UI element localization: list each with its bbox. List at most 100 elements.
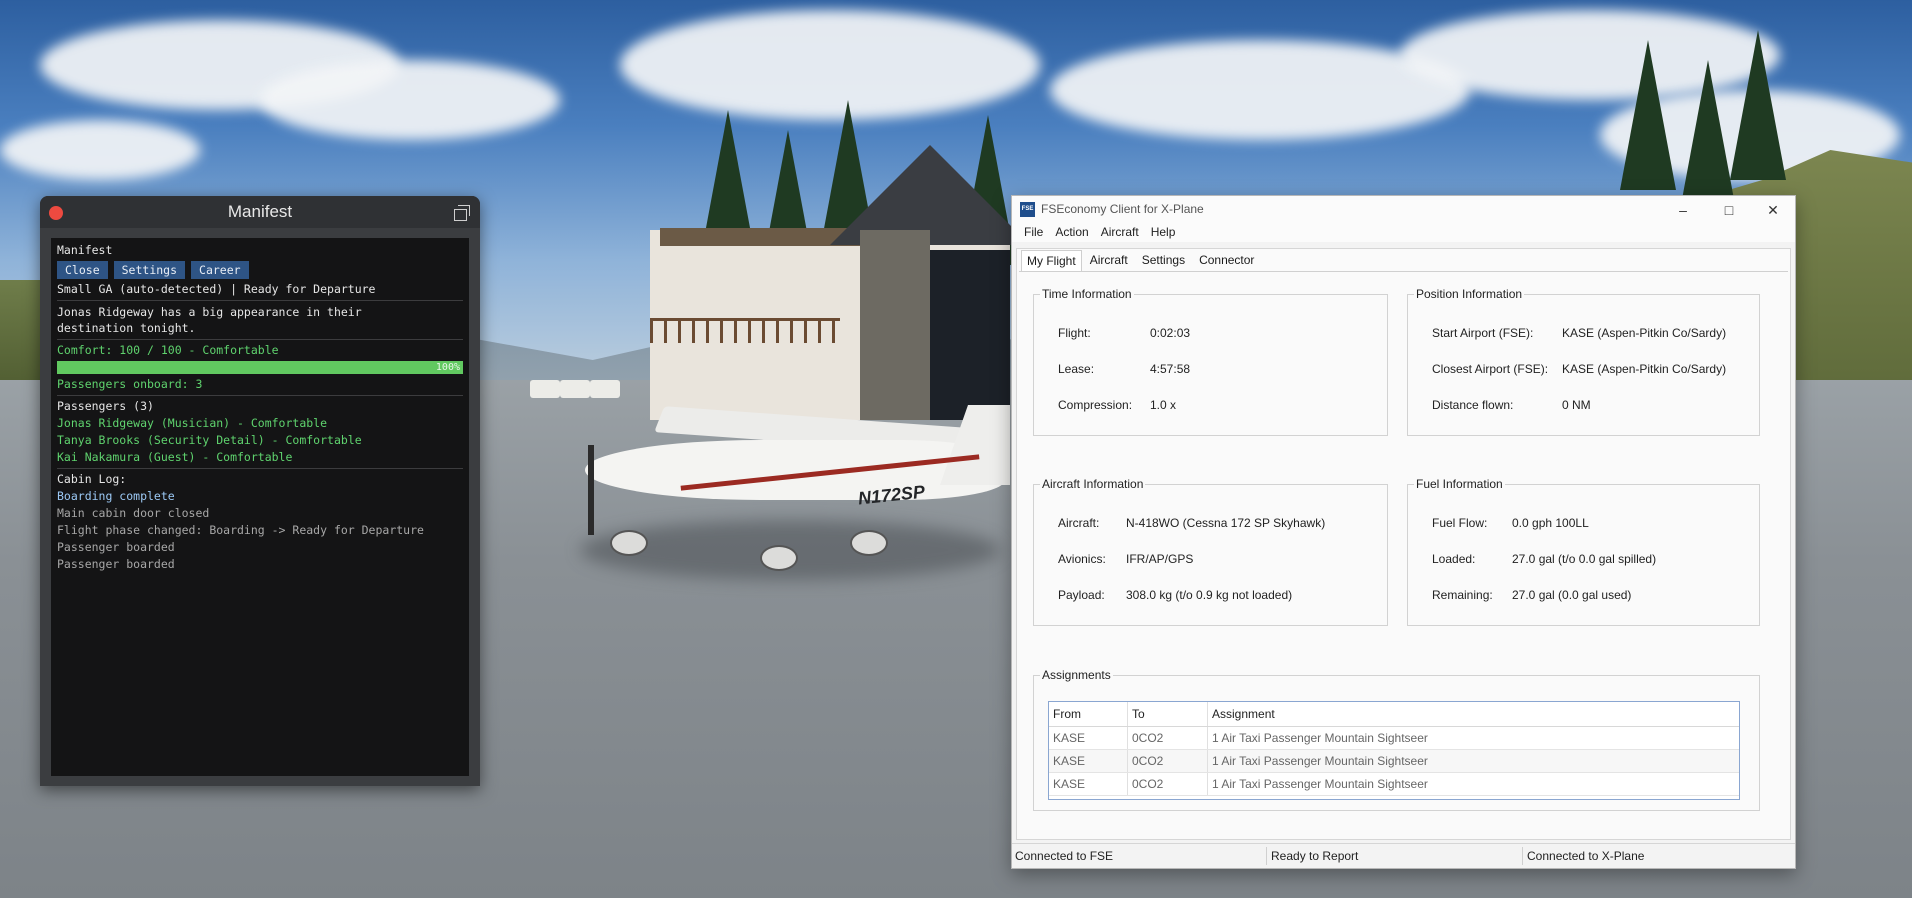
assignments-table[interactable]: From To Assignment KASE 0CO2 1 Air Taxi …	[1048, 701, 1740, 800]
compression-value: 1.0 x	[1150, 398, 1177, 412]
close-button[interactable]: Close	[57, 261, 108, 279]
pine-tree	[1730, 30, 1786, 180]
avionics-label: Avionics:	[1058, 552, 1106, 566]
close-icon[interactable]: ✕	[1757, 200, 1789, 220]
manifest-toolbar: Close Settings Career	[57, 261, 463, 279]
status-report: Ready to Report	[1271, 849, 1359, 863]
menu-help[interactable]: Help	[1145, 222, 1182, 242]
column-header-assignment[interactable]: Assignment	[1208, 702, 1737, 726]
aircraft-wheel	[760, 545, 798, 571]
cabin-log-heading: Cabin Log:	[57, 472, 127, 486]
menu-file[interactable]: File	[1018, 222, 1049, 242]
flight-label: Flight:	[1058, 326, 1091, 340]
tab-my-flight[interactable]: My Flight	[1021, 250, 1082, 272]
lease-value: 4:57:58	[1150, 362, 1191, 376]
payload-value: 308.0 kg (t/o 0.9 kg not loaded)	[1126, 588, 1293, 602]
menu-aircraft[interactable]: Aircraft	[1095, 222, 1145, 242]
cell-from: KASE	[1049, 727, 1128, 749]
popout-window-icon[interactable]	[454, 205, 470, 221]
tab-aircraft[interactable]: Aircraft	[1084, 249, 1134, 271]
aircraft-information-group: Aircraft Information Aircraft: N-418WO (…	[1033, 477, 1388, 626]
career-button[interactable]: Career	[191, 261, 249, 279]
cell-assignment: 1 Air Taxi Passenger Mountain Sightseer	[1212, 754, 1428, 768]
aircraft-value: N-418WO (Cessna 172 SP Skyhawk)	[1126, 516, 1326, 530]
table-row[interactable]: KASE 0CO2 1 Air Taxi Passenger Mountain …	[1049, 773, 1739, 796]
parked-van	[560, 380, 590, 398]
menu-action[interactable]: Action	[1049, 222, 1094, 242]
group-title: Assignments	[1040, 668, 1113, 682]
cloud	[260, 60, 560, 140]
manifest-window: Manifest Manifest Close Settings Career …	[40, 196, 480, 786]
comfort-percent: 100%	[435, 362, 460, 373]
cell-from: KASE	[1049, 773, 1128, 795]
position-information-group: Position Information Start Airport (FSE)…	[1407, 287, 1760, 436]
table-header: From To Assignment	[1049, 702, 1739, 727]
payload-label: Payload:	[1058, 588, 1105, 602]
aircraft-fuselage	[585, 440, 1005, 500]
status-bar: Connected to FSE Ready to Report Connect…	[1012, 843, 1795, 868]
fse-client-window: FSE FSEconomy Client for X-Plane – □ ✕ F…	[1011, 195, 1796, 869]
passengers-heading: Passengers (3)	[57, 399, 154, 413]
passenger-item: Jonas Ridgeway (Musician) - Comfortable	[57, 416, 328, 430]
menu-bar: File Action Aircraft Help	[1012, 222, 1795, 242]
cell-assignment: 1 Air Taxi Passenger Mountain Sightseer	[1212, 777, 1428, 791]
cabin-log-entry: Main cabin door closed	[57, 506, 210, 520]
my-flight-panel: Time Information Flight: 0:02:03 Lease: …	[1019, 271, 1788, 837]
manifest-titlebar[interactable]: Manifest	[40, 196, 480, 228]
aircraft-label: Aircraft:	[1058, 516, 1100, 530]
tab-connector[interactable]: Connector	[1193, 249, 1260, 271]
compression-label: Compression:	[1058, 398, 1133, 412]
fuel-flow-label: Fuel Flow:	[1432, 516, 1488, 530]
aircraft-wheel	[850, 530, 888, 556]
fuel-flow-value: 0.0 gph 100LL	[1512, 516, 1589, 530]
distance-flown-value: 0 NM	[1562, 398, 1591, 412]
maximize-icon[interactable]: □	[1713, 200, 1745, 220]
cabin-log-highlight: Boarding complete	[57, 489, 175, 503]
group-title: Fuel Information	[1414, 477, 1505, 491]
divider	[1266, 847, 1267, 865]
tab-strip: My Flight Aircraft Settings Connector	[1021, 249, 1262, 272]
fuel-loaded-value: 27.0 gal (t/o 0.0 gal spilled)	[1512, 552, 1657, 566]
tab-settings[interactable]: Settings	[1136, 249, 1191, 271]
fse-content: My Flight Aircraft Settings Connector Ti…	[1016, 248, 1791, 840]
table-row[interactable]: KASE 0CO2 1 Air Taxi Passenger Mountain …	[1049, 727, 1739, 750]
divider	[57, 395, 463, 396]
cabin-log-entry: Flight phase changed: Boarding -> Ready …	[57, 523, 424, 537]
column-header-from[interactable]: From	[1049, 702, 1128, 726]
status-fse-connection: Connected to FSE	[1015, 849, 1114, 863]
start-airport-label: Start Airport (FSE):	[1432, 326, 1534, 340]
cell-to: 0CO2	[1128, 750, 1208, 772]
passenger-message: Jonas Ridgeway has a big appearance in t…	[57, 305, 362, 335]
cell-from: KASE	[1049, 750, 1128, 772]
comfort-progress-fill	[57, 361, 463, 374]
status-xplane-connection: Connected to X-Plane	[1527, 849, 1645, 863]
parked-van	[590, 380, 620, 398]
comfort-progress-bar: 100%	[57, 361, 463, 374]
divider	[57, 300, 463, 301]
settings-button[interactable]: Settings	[113, 261, 186, 279]
fse-titlebar[interactable]: FSE FSEconomy Client for X-Plane – □ ✕	[1012, 196, 1795, 222]
pine-tree	[1680, 60, 1736, 210]
passengers-onboard: Passengers onboard: 3	[57, 377, 203, 391]
app-logo-icon: FSE	[1020, 202, 1035, 217]
group-title: Position Information	[1414, 287, 1525, 301]
fse-window-title: FSEconomy Client for X-Plane	[1041, 202, 1204, 216]
stone-column	[860, 230, 930, 420]
table-row[interactable]: KASE 0CO2 1 Air Taxi Passenger Mountain …	[1049, 750, 1739, 773]
pine-tree	[1620, 40, 1676, 190]
comfort-line: Comfort: 100 / 100 - Comfortable	[57, 343, 279, 357]
fuel-remaining-value: 27.0 gal (0.0 gal used)	[1512, 588, 1632, 602]
avionics-value: IFR/AP/GPS	[1126, 552, 1194, 566]
aircraft-wheel	[610, 530, 648, 556]
time-information-group: Time Information Flight: 0:02:03 Lease: …	[1033, 287, 1388, 436]
group-title: Aircraft Information	[1040, 477, 1146, 491]
cabin-log-entry: Passenger boarded	[57, 540, 175, 554]
cell-assignment: 1 Air Taxi Passenger Mountain Sightseer	[1212, 731, 1428, 745]
balcony-railing	[650, 318, 840, 343]
closest-airport-label: Closest Airport (FSE):	[1432, 362, 1549, 376]
cabin-log-entry: Passenger boarded	[57, 557, 175, 571]
closest-airport-value: KASE (Aspen-Pitkin Co/Sardy)	[1562, 362, 1727, 376]
minimize-icon[interactable]: –	[1667, 200, 1699, 220]
column-header-to[interactable]: To	[1128, 702, 1208, 726]
divider	[1522, 847, 1523, 865]
